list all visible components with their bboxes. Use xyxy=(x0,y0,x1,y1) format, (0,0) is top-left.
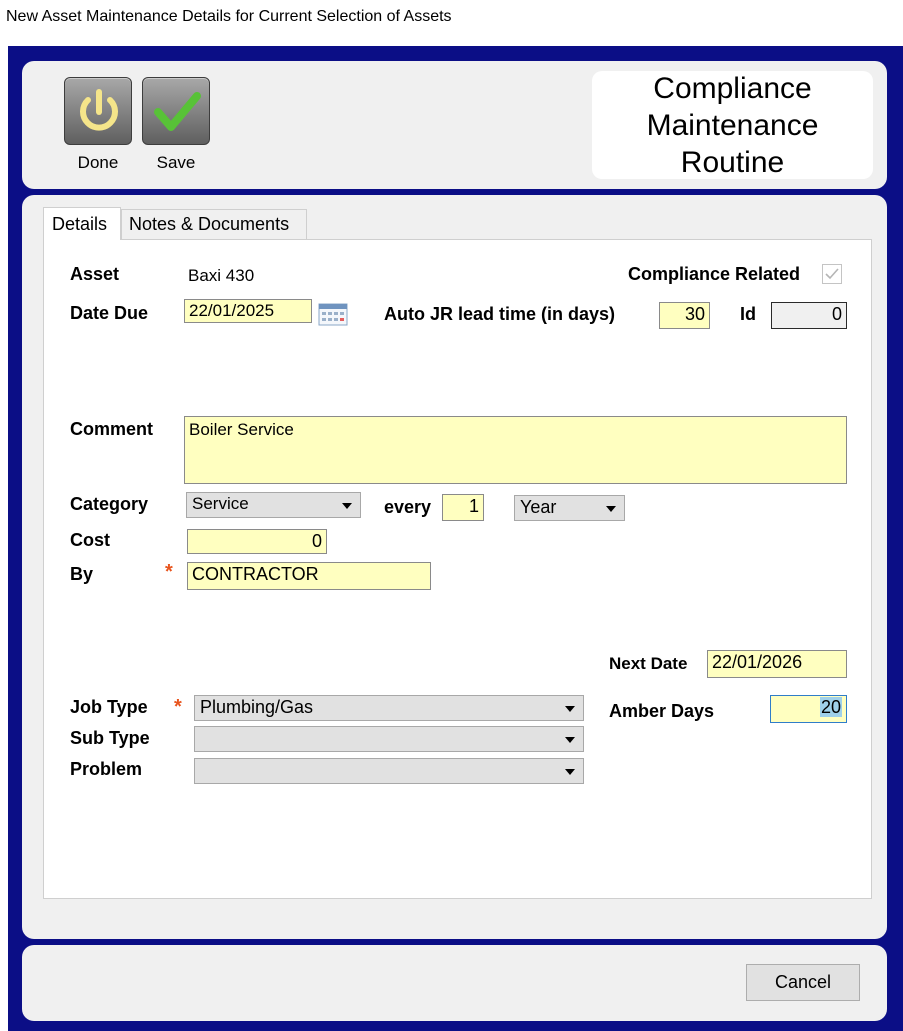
cost-field[interactable]: 0 xyxy=(187,529,327,554)
compliance-related-label: Compliance Related xyxy=(628,264,801,284)
id-field: 0 xyxy=(771,302,847,329)
date-due-label: Date Due xyxy=(70,303,149,323)
done-button[interactable] xyxy=(64,77,132,145)
next-date-label: Next Date xyxy=(609,654,688,673)
date-due-field[interactable]: 22/01/2025 xyxy=(184,299,312,323)
sub-type-select[interactable] xyxy=(194,726,584,752)
problem-label: Problem xyxy=(70,759,143,779)
lead-time-field[interactable]: 30 xyxy=(659,302,710,329)
save-button[interactable] xyxy=(142,77,210,145)
every-label: every xyxy=(384,497,432,517)
by-field[interactable]: CONTRACTOR xyxy=(187,562,431,590)
checkmark-icon xyxy=(154,92,201,131)
save-label: Save xyxy=(156,153,196,172)
amber-days-value: 20 xyxy=(819,697,842,717)
power-icon xyxy=(80,89,118,131)
required-marker: * xyxy=(165,561,173,583)
job-type-select-value: Plumbing/Gas xyxy=(200,697,314,717)
cancel-button[interactable]: Cancel xyxy=(746,964,860,1001)
id-label: Id xyxy=(740,304,756,324)
window-titlebar: New Asset Maintenance Details for Curren… xyxy=(0,0,903,38)
by-label: By xyxy=(70,564,94,584)
period-select-value: Year xyxy=(520,497,557,517)
comment-label: Comment xyxy=(70,419,154,439)
tab-notes-documents[interactable]: Notes & Documents xyxy=(121,209,307,240)
asset-label: Asset xyxy=(70,264,120,284)
amber-days-label: Amber Days xyxy=(609,701,715,721)
routine-title-box: Compliance Maintenance Routine xyxy=(592,71,873,179)
chevron-down-icon xyxy=(606,506,616,512)
amber-days-field[interactable]: 20 xyxy=(770,695,847,723)
category-select-value: Service xyxy=(192,494,249,513)
chevron-down-icon xyxy=(565,769,575,775)
sub-type-label: Sub Type xyxy=(70,728,150,748)
compliance-related-checkbox[interactable] xyxy=(822,264,842,284)
required-marker: * xyxy=(174,696,182,718)
problem-select[interactable] xyxy=(194,758,584,784)
next-date-field[interactable]: 22/01/2026 xyxy=(707,650,847,678)
job-type-select[interactable]: Plumbing/Gas xyxy=(194,695,584,721)
asset-value: Baxi 430 xyxy=(188,266,255,285)
period-select[interactable]: Year xyxy=(514,495,625,521)
chevron-down-icon xyxy=(565,706,575,712)
category-label: Category xyxy=(70,494,149,514)
checkmark-icon xyxy=(825,268,839,280)
chevron-down-icon xyxy=(565,737,575,743)
tab-details[interactable]: Details xyxy=(43,207,121,240)
category-select[interactable]: Service xyxy=(186,492,361,518)
cost-label: Cost xyxy=(70,530,110,550)
comment-field[interactable]: Boiler Service xyxy=(184,416,847,484)
routine-title: Compliance Maintenance Routine xyxy=(646,71,819,179)
job-type-label: Job Type xyxy=(70,697,148,717)
done-label: Done xyxy=(77,153,119,172)
every-field[interactable]: 1 xyxy=(442,494,484,521)
chevron-down-icon xyxy=(342,503,352,509)
window-title: New Asset Maintenance Details for Curren… xyxy=(6,8,452,25)
calendar-icon[interactable] xyxy=(318,302,348,326)
lead-time-label: Auto JR lead time (in days) xyxy=(384,304,616,324)
